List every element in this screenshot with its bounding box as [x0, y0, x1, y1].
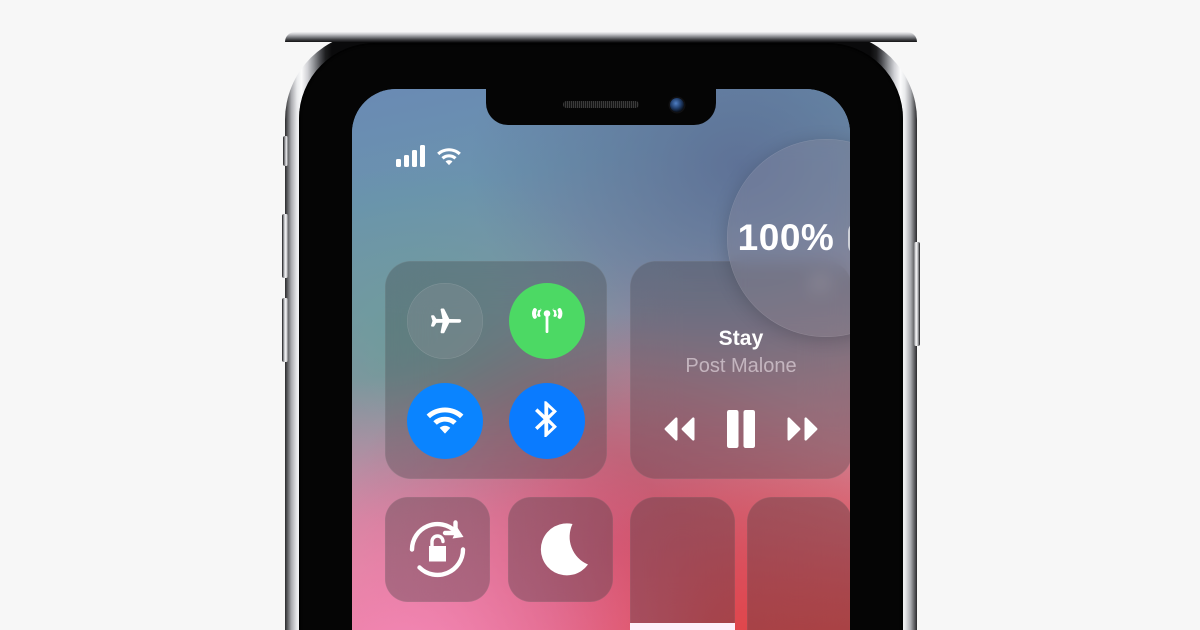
status-bar-left [396, 145, 462, 167]
device-bezel: Stay Post Malone 100% [299, 43, 903, 630]
rewind-button[interactable] [658, 416, 700, 442]
airplane-mode-toggle[interactable] [407, 283, 483, 359]
rotation-lock-toggle[interactable] [385, 497, 490, 602]
side-power-button[interactable] [914, 242, 920, 346]
bluetooth-toggle[interactable] [509, 383, 585, 459]
volume-up-button[interactable] [282, 214, 288, 278]
wifi-icon [426, 407, 464, 434]
ring-silent-switch[interactable] [283, 136, 288, 166]
cellular-antenna-icon [532, 308, 563, 333]
connectivity-module [385, 261, 607, 479]
volume-down-button[interactable] [282, 298, 288, 362]
earpiece-speaker-icon [563, 101, 639, 108]
bluetooth-icon [535, 401, 557, 437]
rotation-lock-icon [409, 520, 466, 578]
page-root: Stay Post Malone 100% [0, 0, 1200, 630]
volume-slider[interactable] [747, 497, 850, 630]
play-pause-button[interactable] [724, 409, 758, 449]
iphone-device: Stay Post Malone 100% [282, 32, 920, 630]
brightness-slider-fill [630, 622, 735, 630]
battery-percent-label: 100% [737, 217, 835, 258]
wifi-icon [437, 148, 461, 166]
fast-forward-button[interactable] [782, 416, 824, 442]
notch [486, 89, 716, 125]
wifi-toggle[interactable] [407, 383, 483, 459]
front-camera-icon [670, 98, 684, 112]
cellular-data-toggle[interactable] [509, 283, 585, 359]
device-screen: Stay Post Malone 100% [352, 89, 850, 630]
moon-icon [540, 523, 588, 576]
do-not-disturb-toggle[interactable] [508, 497, 613, 602]
cellular-bars-icon [396, 145, 425, 167]
now-playing-artist: Post Malone [685, 355, 797, 377]
battery-full-icon [848, 221, 850, 255]
now-playing-controls [630, 405, 850, 453]
airplane-icon [431, 308, 462, 334]
connectivity-toggles [385, 261, 607, 479]
brightness-slider[interactable] [630, 497, 735, 630]
